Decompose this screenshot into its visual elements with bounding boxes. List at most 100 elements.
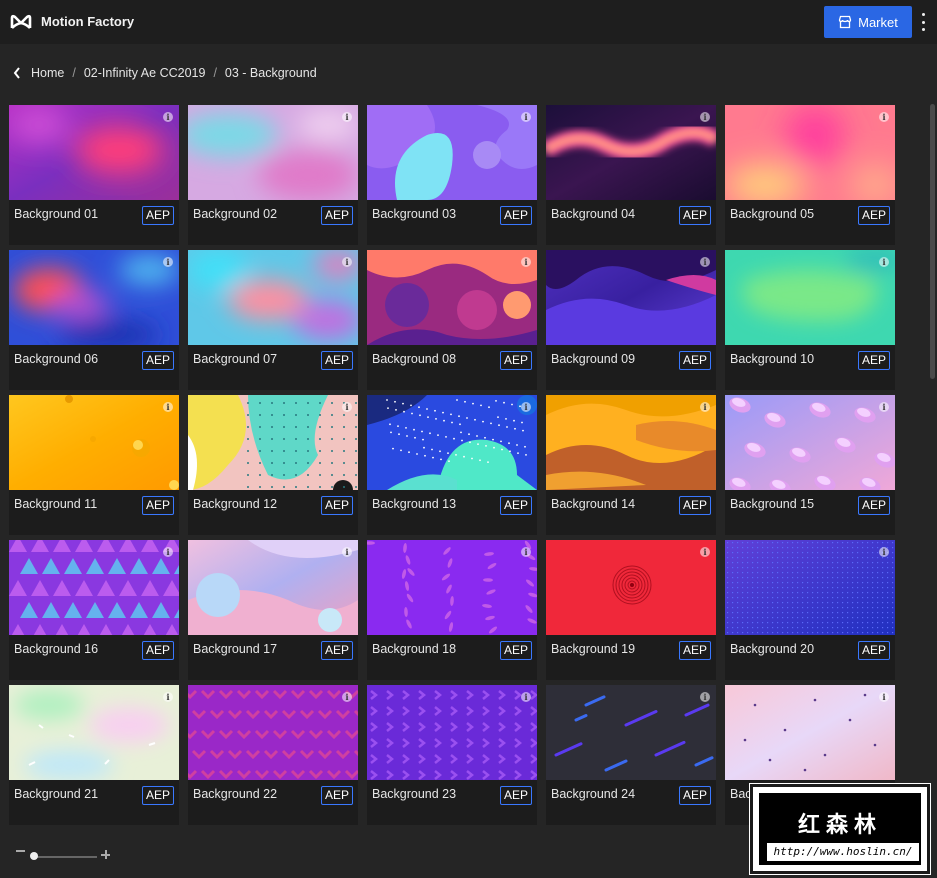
asset-card[interactable]: i Background 10 AEP — [725, 250, 895, 390]
asset-card[interactable]: i Background 24 AEP — [546, 685, 716, 825]
asset-thumbnail[interactable] — [367, 395, 537, 490]
asset-thumbnail[interactable] — [188, 105, 358, 200]
info-icon[interactable]: i — [342, 402, 352, 412]
asset-thumbnail[interactable] — [546, 540, 716, 635]
asset-card-label: Background 21 — [14, 787, 99, 801]
info-icon[interactable]: i — [700, 547, 710, 557]
asset-card[interactable]: i Background 21 AEP — [9, 685, 179, 825]
asset-thumbnail[interactable] — [367, 250, 537, 345]
asset-thumbnail[interactable] — [367, 540, 537, 635]
grid-scrollbar[interactable] — [930, 104, 935, 379]
info-icon[interactable]: i — [342, 547, 352, 557]
asset-card[interactable]: i Background 22 AEP — [188, 685, 358, 825]
asset-card-label: Background 02 — [193, 207, 278, 221]
info-icon[interactable]: i — [879, 547, 889, 557]
asset-thumbnail[interactable] — [725, 685, 895, 780]
asset-thumbnail[interactable] — [9, 540, 179, 635]
file-type-badge: AEP — [321, 351, 353, 370]
asset-card[interactable]: i Background 16 AEP — [9, 540, 179, 680]
file-type-badge: AEP — [500, 206, 532, 225]
asset-card[interactable]: i Background 15 AEP — [725, 395, 895, 535]
asset-thumbnail[interactable] — [9, 395, 179, 490]
info-icon[interactable]: i — [163, 402, 173, 412]
asset-card[interactable]: i Background 14 AEP — [546, 395, 716, 535]
info-icon[interactable]: i — [163, 257, 173, 267]
asset-card[interactable]: i Background 19 AEP — [546, 540, 716, 680]
asset-card-label: Background 04 — [551, 207, 636, 221]
info-icon[interactable]: i — [879, 692, 889, 702]
menu-dot-icon — [921, 28, 925, 31]
zoom-in-icon[interactable] — [101, 850, 110, 859]
asset-card[interactable]: i Background 03 AEP — [367, 105, 537, 245]
file-type-badge: AEP — [679, 786, 711, 805]
asset-thumbnail[interactable] — [188, 395, 358, 490]
asset-thumbnail[interactable] — [188, 250, 358, 345]
asset-card[interactable]: i Background 18 AEP — [367, 540, 537, 680]
zoom-out-icon[interactable] — [16, 850, 25, 852]
menu-dot-icon — [921, 20, 925, 24]
info-icon[interactable]: i — [700, 402, 710, 412]
asset-thumbnail[interactable] — [725, 540, 895, 635]
more-menu-button[interactable] — [918, 13, 928, 31]
breadcrumb-infinity[interactable]: 02-Infinity Ae CC2019 — [84, 66, 206, 80]
info-icon[interactable]: i — [521, 257, 531, 267]
asset-thumbnail[interactable] — [546, 685, 716, 780]
asset-card-label: Background 12 — [193, 497, 278, 511]
info-icon[interactable]: i — [700, 257, 710, 267]
info-icon[interactable]: i — [163, 692, 173, 702]
asset-thumbnail[interactable] — [367, 105, 537, 200]
asset-card[interactable]: i Background 02 AEP — [188, 105, 358, 245]
asset-thumbnail[interactable] — [9, 250, 179, 345]
info-icon[interactable]: i — [879, 402, 889, 412]
menu-dot-icon — [921, 13, 925, 16]
asset-card[interactable]: i Background 13 AEP — [367, 395, 537, 535]
asset-card[interactable]: i Background 06 AEP — [9, 250, 179, 390]
asset-thumbnail[interactable] — [9, 105, 179, 200]
asset-card[interactable]: i Background 23 AEP — [367, 685, 537, 825]
asset-card[interactable]: i Background 20 AEP — [725, 540, 895, 680]
asset-card[interactable]: i Background 09 AEP — [546, 250, 716, 390]
asset-card-label: Background 16 — [14, 642, 99, 656]
asset-thumbnail[interactable] — [546, 395, 716, 490]
zoom-slider-handle[interactable] — [30, 852, 38, 860]
asset-card[interactable]: i Background 11 AEP — [9, 395, 179, 535]
asset-card[interactable]: i Background 07 AEP — [188, 250, 358, 390]
file-type-badge: AEP — [142, 641, 174, 660]
info-icon[interactable]: i — [879, 112, 889, 122]
info-icon[interactable]: i — [342, 257, 352, 267]
info-icon[interactable]: i — [700, 692, 710, 702]
info-icon[interactable]: i — [163, 547, 173, 557]
info-icon[interactable]: i — [342, 112, 352, 122]
breadcrumb-background[interactable]: 03 - Background — [225, 66, 317, 80]
info-icon[interactable]: i — [521, 692, 531, 702]
info-icon[interactable]: i — [879, 257, 889, 267]
asset-card[interactable]: i Background 05 AEP — [725, 105, 895, 245]
info-icon[interactable]: i — [521, 112, 531, 122]
asset-thumbnail[interactable] — [725, 105, 895, 200]
info-icon[interactable]: i — [521, 547, 531, 557]
asset-thumbnail[interactable] — [725, 250, 895, 345]
breadcrumb-home[interactable]: Home — [31, 66, 64, 80]
info-icon[interactable]: i — [163, 112, 173, 122]
file-type-badge: AEP — [500, 496, 532, 515]
asset-thumbnail[interactable] — [188, 540, 358, 635]
asset-thumbnail[interactable] — [188, 685, 358, 780]
info-icon[interactable]: i — [700, 112, 710, 122]
asset-thumbnail[interactable] — [367, 685, 537, 780]
chevron-left-icon[interactable] — [12, 66, 22, 80]
zoom-slider-track[interactable] — [32, 856, 97, 858]
asset-card[interactable]: i Background 01 AEP — [9, 105, 179, 245]
asset-card[interactable]: i Background 08 AEP — [367, 250, 537, 390]
asset-card[interactable]: i Background 04 AEP — [546, 105, 716, 245]
info-icon[interactable]: i — [521, 402, 531, 412]
asset-thumbnail[interactable] — [9, 685, 179, 780]
asset-card-label: Background 05 — [730, 207, 815, 221]
market-button[interactable]: Market — [824, 6, 912, 38]
asset-thumbnail[interactable] — [546, 250, 716, 345]
asset-card[interactable]: i Background 17 AEP — [188, 540, 358, 680]
asset-card[interactable]: i Background 12 AEP — [188, 395, 358, 535]
info-icon[interactable]: i — [342, 692, 352, 702]
file-type-badge: AEP — [858, 206, 890, 225]
asset-thumbnail[interactable] — [546, 105, 716, 200]
asset-thumbnail[interactable] — [725, 395, 895, 490]
